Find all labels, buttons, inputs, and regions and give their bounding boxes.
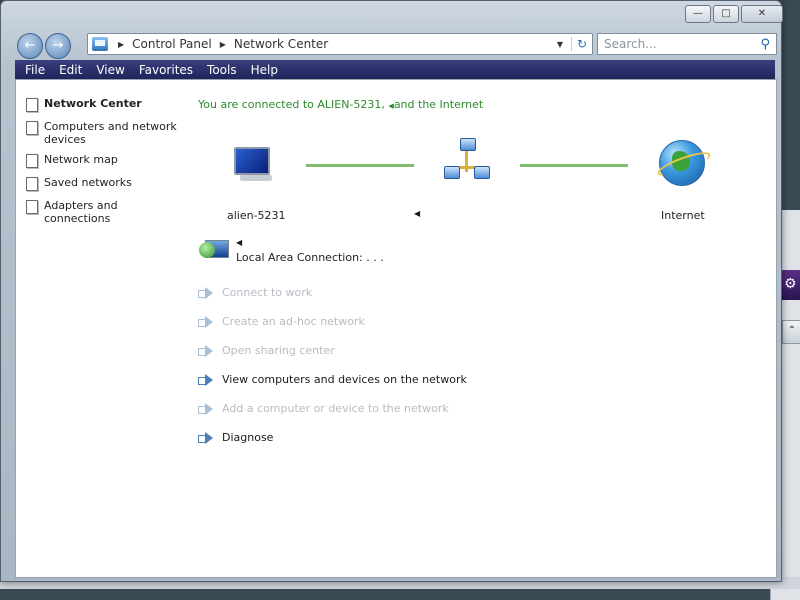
page-icon xyxy=(26,154,38,168)
connection-status: You are connected to ALIEN-5231, ◀and th… xyxy=(198,98,483,111)
connection-line xyxy=(306,164,414,167)
page-icon xyxy=(26,177,38,191)
breadcrumb-control-panel[interactable]: Control Panel xyxy=(132,37,212,51)
network-center-window: — □ ✕ ← → ▶ Control Panel ▶ Network Cent… xyxy=(0,0,783,582)
gear-icon: ⚙ xyxy=(784,276,797,292)
content-area: Network Center Computers and network dev… xyxy=(15,79,777,578)
network-hub-icon[interactable] xyxy=(444,138,490,186)
action-label: Connect to work xyxy=(222,286,313,299)
task-label: Saved networks xyxy=(44,176,132,189)
forward-arrow-icon: → xyxy=(52,38,64,53)
internet-label: Internet xyxy=(661,209,705,222)
menu-tools[interactable]: Tools xyxy=(200,63,244,77)
computer-label: alien-5231 xyxy=(227,209,286,222)
menu-favorites[interactable]: Favorites xyxy=(132,63,200,77)
action-open-sharing-center[interactable]: Open sharing center xyxy=(198,344,335,357)
task-label: Adapters and connections xyxy=(44,199,118,225)
breadcrumb-separator: ▶ xyxy=(118,39,125,49)
address-bar[interactable]: ▶ Control Panel ▶ Network Center ▼ ↻ xyxy=(87,33,593,55)
menu-view[interactable]: View xyxy=(89,63,131,77)
action-view-computers-and-devices[interactable]: View computers and devices on the networ… xyxy=(198,373,467,386)
forward-button[interactable]: → xyxy=(45,33,71,59)
task-adapters-and-connections[interactable]: Adapters and connections xyxy=(26,199,179,225)
expand-triangle-icon[interactable]: ◀ xyxy=(414,209,420,218)
task-label: Computers and network devices xyxy=(44,120,177,146)
task-label: Network Center xyxy=(44,97,142,110)
refresh-icon[interactable]: ↻ xyxy=(571,37,592,51)
action-diagnose[interactable]: Diagnose xyxy=(198,431,273,444)
background-window-band: ⚙ xyxy=(780,270,800,300)
task-saved-networks[interactable]: Saved networks xyxy=(26,176,179,191)
arrow-icon xyxy=(198,286,214,299)
action-connect-to-work[interactable]: Connect to work xyxy=(198,286,312,299)
computer-icon[interactable] xyxy=(234,147,274,183)
back-button[interactable]: ← xyxy=(17,33,43,59)
page-icon xyxy=(26,200,38,214)
arrow-icon xyxy=(198,344,214,357)
task-network-center[interactable]: Network Center xyxy=(26,97,179,112)
caption-buttons: — □ ✕ xyxy=(685,5,783,23)
close-button[interactable]: ✕ xyxy=(741,5,783,23)
breadcrumb-network-center[interactable]: Network Center xyxy=(234,37,328,51)
menu-edit[interactable]: Edit xyxy=(52,63,89,77)
menu-help[interactable]: Help xyxy=(244,63,285,77)
action-label: Open sharing center xyxy=(222,344,335,357)
search-input[interactable]: Search... xyxy=(598,37,657,51)
maximize-button[interactable]: □ xyxy=(713,5,739,23)
status-suffix: and the Internet xyxy=(393,98,484,111)
task-label: Network map xyxy=(44,153,118,166)
arrow-icon xyxy=(198,315,214,328)
action-add-computer-or-device[interactable]: Add a computer or device to the network xyxy=(198,402,449,415)
control-panel-icon xyxy=(92,37,108,51)
local-area-connection-label[interactable]: Local Area Connection: . . . xyxy=(236,251,384,264)
action-label: Create an ad-hoc network xyxy=(222,315,365,328)
task-network-map[interactable]: Network map xyxy=(26,153,179,168)
action-label: Diagnose xyxy=(222,431,274,444)
page-icon xyxy=(26,121,38,135)
internet-globe-icon[interactable] xyxy=(655,140,713,186)
expand-triangle-icon[interactable]: ◀ xyxy=(236,238,242,247)
task-computers-and-devices[interactable]: Computers and network devices xyxy=(26,120,179,146)
arrow-icon xyxy=(198,402,214,415)
arrow-icon xyxy=(198,373,214,386)
search-icon[interactable]: ⚲ xyxy=(760,37,770,52)
address-dropdown-icon[interactable]: ▼ xyxy=(557,40,563,49)
page-icon xyxy=(26,98,38,112)
search-box[interactable]: Search... ⚲ xyxy=(597,33,777,55)
connection-line xyxy=(520,164,628,167)
minimize-button[interactable]: — xyxy=(685,5,711,23)
network-connection-icon xyxy=(199,238,231,264)
breadcrumb-separator: ▶ xyxy=(219,39,226,49)
status-text: You are connected to ALIEN-5231, xyxy=(198,98,389,111)
menu-bar: File Edit View Favorites Tools Help xyxy=(15,60,775,79)
background-collapse-button[interactable]: ⌃ xyxy=(782,320,800,344)
arrow-icon xyxy=(198,431,214,444)
menu-file[interactable]: File xyxy=(15,63,52,77)
action-label: Add a computer or device to the network xyxy=(222,402,449,415)
action-create-adhoc-network[interactable]: Create an ad-hoc network xyxy=(198,315,365,328)
action-label: View computers and devices on the networ… xyxy=(222,373,467,386)
back-arrow-icon: ← xyxy=(24,38,36,53)
